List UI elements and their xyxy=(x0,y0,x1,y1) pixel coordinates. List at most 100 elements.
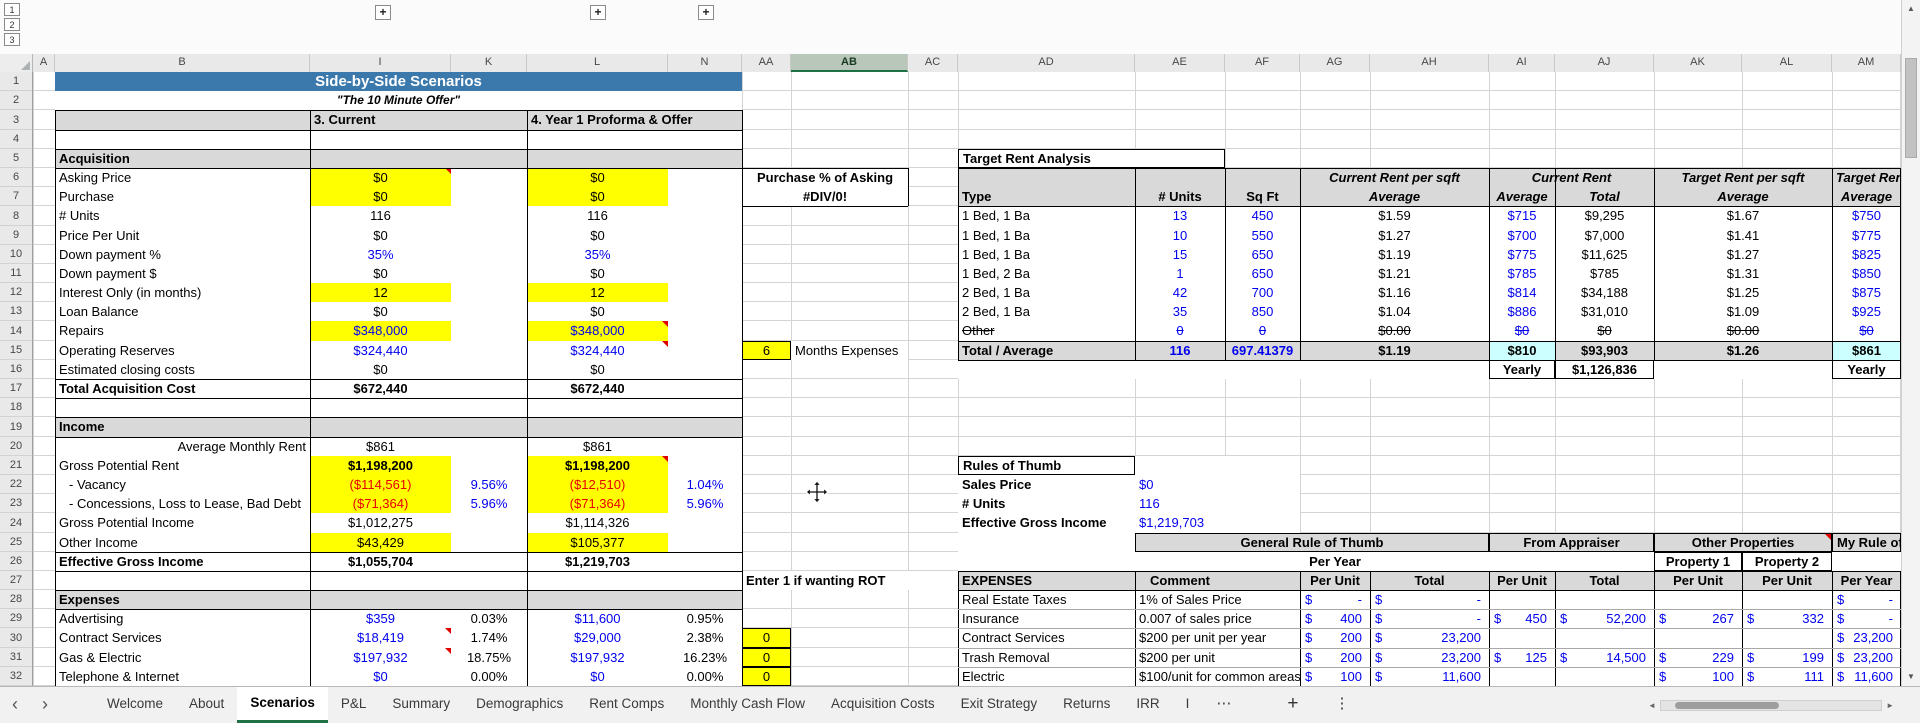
cell-AK9[interactable]: $1.41 xyxy=(1654,226,1832,245)
sheet-canvas[interactable]: Side-by-Side Scenarios "The 10 Minute Off… xyxy=(33,72,1901,686)
cell-AK11[interactable]: $1.31 xyxy=(1654,264,1832,283)
cell-AD28[interactable]: Real Estate Taxes xyxy=(958,590,1135,609)
cell-AI8[interactable]: $715 xyxy=(1489,206,1555,226)
cell-I21[interactable]: $1,198,200 xyxy=(310,456,451,475)
cell-AH29[interactable]: $ - xyxy=(1370,609,1489,628)
cell-AJ9[interactable]: $7,000 xyxy=(1555,226,1654,245)
cell-AK32[interactable]: $100 xyxy=(1654,667,1742,686)
cell-B8[interactable]: # Units xyxy=(55,206,310,226)
cell-L25[interactable]: $105,377 xyxy=(527,533,668,552)
cell-AM32[interactable]: $11,600 xyxy=(1832,667,1901,686)
cell-N32[interactable]: 0.00% xyxy=(668,667,742,686)
cell-AE7[interactable]: # Units xyxy=(1135,187,1225,206)
row-header-13[interactable]: 13 xyxy=(0,302,32,321)
cell-AJ7[interactable]: Total xyxy=(1555,187,1654,206)
cell-B9[interactable]: Price Per Unit xyxy=(55,226,310,245)
cell-AE22[interactable]: $0 xyxy=(1135,475,1300,494)
row-header-5[interactable]: 5 xyxy=(0,149,32,168)
row-header-26[interactable]: 26 xyxy=(0,552,32,571)
cell-I24[interactable]: $1,012,275 xyxy=(310,513,451,533)
row-header-6[interactable]: 6 xyxy=(0,168,32,187)
row-header-7[interactable]: 7 xyxy=(0,187,32,206)
sheet-tab-demographics[interactable]: Demographics xyxy=(463,687,576,723)
cell-AE27[interactable]: Comment xyxy=(1135,571,1225,590)
cell-AF12[interactable]: 700 xyxy=(1225,283,1300,302)
cell-I29[interactable]: $359 xyxy=(310,609,451,628)
cell-K23[interactable]: 5.96% xyxy=(451,494,527,513)
row-header-23[interactable]: 23 xyxy=(0,494,32,513)
cell-I31[interactable]: $197,932 xyxy=(310,648,451,667)
cell-AD29[interactable]: Insurance xyxy=(958,609,1135,628)
cell-AF11[interactable]: 650 xyxy=(1225,264,1300,283)
cell-AG27[interactable]: Per Unit xyxy=(1300,571,1370,590)
cell-L9[interactable]: $0 xyxy=(527,226,668,245)
cell-AD31[interactable]: Trash Removal xyxy=(958,648,1135,667)
cell-I15[interactable]: $324,440 xyxy=(310,341,451,360)
cell-I26[interactable]: $1,055,704 xyxy=(310,552,451,571)
cell-K31[interactable]: 18.75% xyxy=(451,648,527,667)
cell-AJ12[interactable]: $34,188 xyxy=(1555,283,1654,302)
cell-AI15[interactable]: $810 xyxy=(1489,341,1555,360)
cell-AE31[interactable]: $200 per unit xyxy=(1135,648,1300,667)
row-header-22[interactable]: 22 xyxy=(0,475,32,494)
row-header-21[interactable]: 21 xyxy=(0,456,32,475)
cell-L6[interactable]: $0 xyxy=(527,168,668,187)
row-header-30[interactable]: 30 xyxy=(0,628,32,648)
cell-B14[interactable]: Repairs xyxy=(55,321,310,341)
row-header-32[interactable]: 32 xyxy=(0,667,32,686)
cell-N22[interactable]: 1.04% xyxy=(668,475,742,494)
cell-AA15[interactable]: 6 xyxy=(742,341,791,360)
cell-L29[interactable]: $11,600 xyxy=(527,609,668,628)
scroll-down-arrow[interactable]: ▼ xyxy=(1902,669,1920,685)
cell-AJ16[interactable]: $1,126,836 xyxy=(1555,360,1654,379)
cell-AE32[interactable]: $100/unit for common areas xyxy=(1135,667,1300,686)
row-header-9[interactable]: 9 xyxy=(0,226,32,245)
cell-AD10[interactable]: 1 Bed, 1 Ba xyxy=(958,245,1135,264)
cell-L7[interactable]: $0 xyxy=(527,187,668,206)
cell-AK6[interactable]: Target Rent per sqft xyxy=(1654,168,1832,187)
cell-L23[interactable]: ($71,364) xyxy=(527,494,668,513)
add-sheet-button[interactable]: + xyxy=(1279,687,1306,723)
cell-AG12[interactable]: $1.16 xyxy=(1300,283,1489,302)
column-header-N[interactable]: N xyxy=(668,54,742,72)
cell-AF10[interactable]: 650 xyxy=(1225,245,1300,264)
row-header-2[interactable]: 2 xyxy=(0,91,32,110)
cell-AI7[interactable]: Average xyxy=(1489,187,1555,206)
scroll-left-arrow[interactable]: ◄ xyxy=(1648,701,1656,710)
cell-L24[interactable]: $1,114,326 xyxy=(527,513,668,533)
cell-AM14[interactable]: $0 xyxy=(1832,321,1901,341)
cell-B25[interactable]: Other Income xyxy=(55,533,310,552)
column-header-AJ[interactable]: AJ xyxy=(1555,54,1654,72)
cell-AK27[interactable]: Per Unit xyxy=(1654,571,1742,590)
cell-AJ29[interactable]: $52,200 xyxy=(1555,609,1654,628)
cell-AG13[interactable]: $1.04 xyxy=(1300,302,1489,321)
cell-AD12[interactable]: 2 Bed, 1 Ba xyxy=(958,283,1135,302)
cell-AG15[interactable]: $1.19 xyxy=(1300,341,1489,360)
cell-AM13[interactable]: $925 xyxy=(1832,302,1901,321)
cell-AI12[interactable]: $814 xyxy=(1489,283,1555,302)
cell-I9[interactable]: $0 xyxy=(310,226,451,245)
sheet-tab-scenarios[interactable]: Scenarios xyxy=(237,687,328,723)
cell-AI29[interactable]: $450 xyxy=(1489,609,1555,628)
cell-AI11[interactable]: $785 xyxy=(1489,264,1555,283)
row-header-15[interactable]: 15 xyxy=(0,341,32,360)
cell-AF14[interactable]: 0 xyxy=(1225,321,1300,341)
row-header-12[interactable]: 12 xyxy=(0,283,32,302)
row-header-19[interactable]: 19 xyxy=(0,417,32,437)
cell-AG9[interactable]: $1.27 xyxy=(1300,226,1489,245)
cell-N31[interactable]: 16.23% xyxy=(668,648,742,667)
cell-L3[interactable]: 4. Year 1 Proforma & Offer xyxy=(527,110,742,130)
cell-I32[interactable]: $0 xyxy=(310,667,451,686)
column-header-A[interactable]: A xyxy=(33,54,55,72)
cell-B11[interactable]: Down payment $ xyxy=(55,264,310,283)
cell-AA6[interactable]: Purchase % of Asking xyxy=(742,168,908,187)
sheet-tab-welcome[interactable]: Welcome xyxy=(94,687,176,723)
cell-AM8[interactable]: $750 xyxy=(1832,206,1901,226)
cell-AE12[interactable]: 42 xyxy=(1135,283,1225,302)
cell-AM27[interactable]: Per Year xyxy=(1832,571,1901,590)
cell-AL32[interactable]: $111 xyxy=(1742,667,1832,686)
cell-AK15[interactable]: $1.26 xyxy=(1654,341,1832,360)
cell-AI13[interactable]: $886 xyxy=(1489,302,1555,321)
cell-N23[interactable]: 5.96% xyxy=(668,494,742,513)
sheet-tab-about[interactable]: About xyxy=(176,687,237,723)
